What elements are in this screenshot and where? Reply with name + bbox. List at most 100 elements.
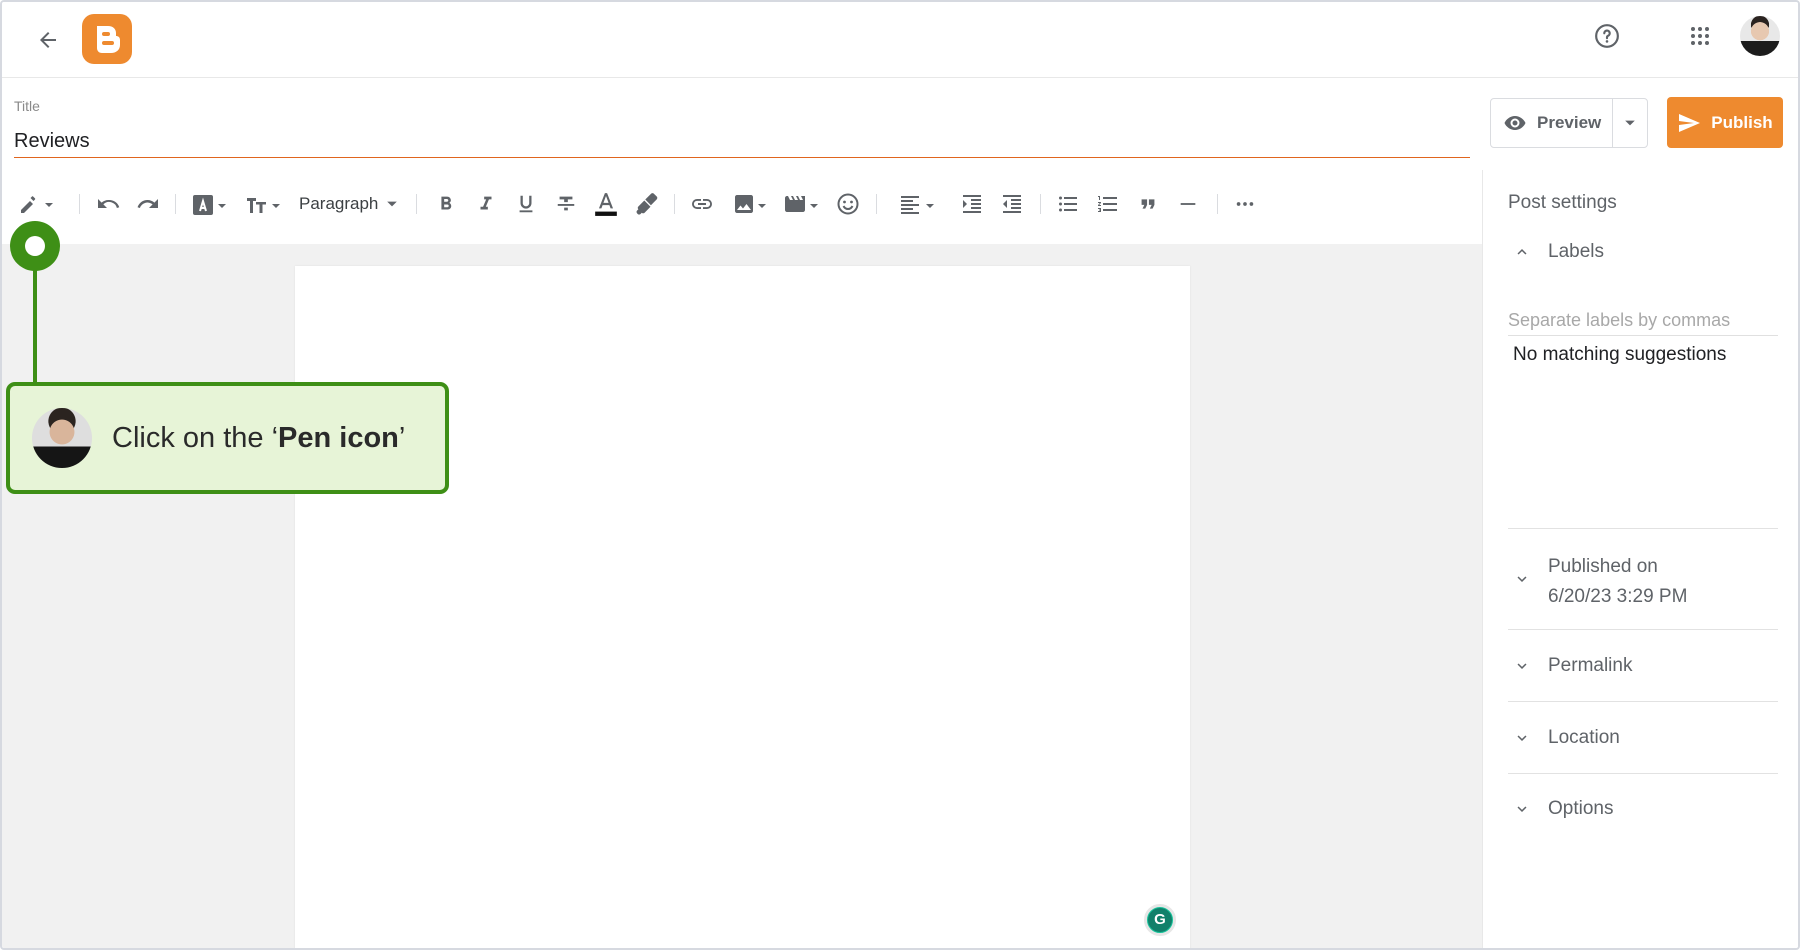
tutorial-hotspot[interactable] — [10, 221, 60, 271]
italic-button[interactable] — [472, 190, 500, 218]
published-on-toggle[interactable] — [1508, 565, 1536, 593]
grammarly-button[interactable]: G — [1144, 904, 1176, 936]
caret-down-icon — [1625, 120, 1635, 126]
preview-dropdown-button[interactable] — [1613, 99, 1647, 147]
video-icon — [785, 196, 818, 212]
more-options-button[interactable] — [1230, 190, 1260, 218]
options-toggle[interactable]: Options — [1508, 795, 1613, 823]
preview-button[interactable]: Preview — [1491, 99, 1613, 147]
indent-more-button[interactable] — [958, 190, 986, 218]
preview-label: Preview — [1537, 113, 1602, 132]
post-settings-title: Post settings — [1508, 192, 1617, 213]
divider — [1508, 773, 1778, 774]
more-horizontal-icon — [1236, 202, 1254, 206]
font-icon — [193, 195, 226, 215]
indent-less-button[interactable] — [998, 190, 1026, 218]
redo-button[interactable] — [134, 190, 162, 218]
paragraph-select-label: Paragraph — [299, 194, 379, 213]
toolbar-separator — [1040, 194, 1041, 214]
labels-suggestion: No matching suggestions — [1513, 344, 1727, 365]
highlight-button[interactable] — [632, 190, 660, 218]
align-button[interactable] — [896, 190, 938, 218]
redo-icon — [137, 199, 158, 208]
link-icon — [692, 199, 712, 209]
paragraph-select[interactable]: Paragraph — [299, 191, 398, 217]
tutorial-text-prefix: Click on the ‘ — [112, 421, 279, 454]
link-button[interactable] — [688, 190, 716, 218]
caret-down-icon — [387, 201, 398, 207]
post-body-editor[interactable] — [295, 266, 1190, 948]
highlight-icon — [636, 193, 658, 215]
labels-heading: Labels — [1548, 241, 1604, 262]
publish-button[interactable]: Publish — [1667, 97, 1783, 148]
quote-icon — [1141, 199, 1155, 209]
tutorial-instruction: Click on the ‘Pen icon’ — [112, 422, 405, 455]
send-icon — [1679, 113, 1701, 132]
undo-button[interactable] — [94, 190, 122, 218]
chevron-down-icon — [1508, 652, 1536, 680]
text-size-button[interactable] — [244, 190, 282, 218]
divider — [1508, 701, 1778, 702]
strikethrough-button[interactable] — [552, 190, 580, 218]
tutorial-callout: Click on the ‘Pen icon’ — [6, 382, 449, 494]
underline-icon — [519, 195, 533, 213]
bulleted-list-button[interactable] — [1054, 190, 1082, 218]
italic-icon — [480, 196, 492, 210]
underline-button[interactable] — [512, 190, 540, 218]
numbered-list-button[interactable] — [1094, 190, 1122, 218]
insert-video-button[interactable] — [782, 190, 820, 218]
toolbar-separator — [674, 194, 675, 214]
text-size-icon — [247, 198, 280, 213]
guide-avatar — [32, 408, 92, 468]
publish-label: Publish — [1711, 112, 1773, 132]
published-on-date: 6/20/23 3:29 PM — [1548, 586, 1688, 607]
apps-button[interactable] — [1682, 18, 1718, 54]
align-left-icon — [901, 196, 934, 214]
location-label: Location — [1548, 727, 1620, 748]
labels-input[interactable] — [1508, 306, 1778, 336]
insert-image-button[interactable] — [730, 190, 768, 218]
bold-button[interactable] — [432, 190, 460, 218]
preview-button-group: Preview — [1490, 98, 1648, 148]
divider — [1508, 528, 1778, 529]
permalink-label: Permalink — [1548, 655, 1633, 676]
eye-icon — [1504, 116, 1526, 130]
back-button[interactable] — [30, 22, 66, 58]
labels-section-toggle[interactable]: Labels — [1508, 238, 1604, 266]
tutorial-text-suffix: ’ — [398, 421, 406, 454]
apps-grid-icon — [1691, 27, 1709, 45]
chevron-down-icon — [1508, 795, 1536, 823]
pen-mode-button[interactable] — [16, 190, 56, 218]
app-window: Title Preview Publish Paragraph — [0, 0, 1800, 950]
options-label: Options — [1548, 798, 1614, 819]
help-button[interactable] — [1589, 18, 1625, 54]
user-avatar[interactable] — [1740, 16, 1780, 56]
blogger-logo[interactable] — [82, 14, 132, 64]
chevron-down-icon — [1508, 724, 1536, 752]
horizontal-rule-icon — [1180, 203, 1196, 205]
toolbar-separator — [416, 194, 417, 214]
emoji-button[interactable] — [834, 190, 862, 218]
tutorial-text-target: Pen icon — [278, 421, 399, 454]
pen-icon — [21, 196, 53, 213]
bulleted-list-icon — [1059, 196, 1077, 212]
text-color-button[interactable] — [592, 190, 620, 218]
toolbar-separator — [876, 194, 877, 214]
arrow-left-icon — [40, 32, 56, 48]
numbered-list-icon — [1098, 196, 1117, 212]
location-toggle[interactable]: Location — [1508, 724, 1620, 752]
permalink-toggle[interactable]: Permalink — [1508, 652, 1632, 680]
toolbar-separator — [175, 194, 176, 214]
bold-icon — [441, 196, 452, 210]
horizontal-rule-button[interactable] — [1174, 190, 1202, 218]
font-button[interactable] — [190, 190, 228, 218]
indent-more-icon — [963, 195, 981, 213]
divider — [1508, 629, 1778, 630]
strikethrough-icon — [557, 196, 575, 211]
quote-button[interactable] — [1134, 190, 1162, 218]
chevron-up-icon — [1508, 238, 1536, 266]
top-bar — [2, 2, 1798, 78]
text-color-icon — [595, 193, 617, 216]
title-input[interactable] — [14, 126, 1470, 158]
published-on-text[interactable]: Published on 6/20/23 3:29 PM — [1548, 552, 1687, 612]
